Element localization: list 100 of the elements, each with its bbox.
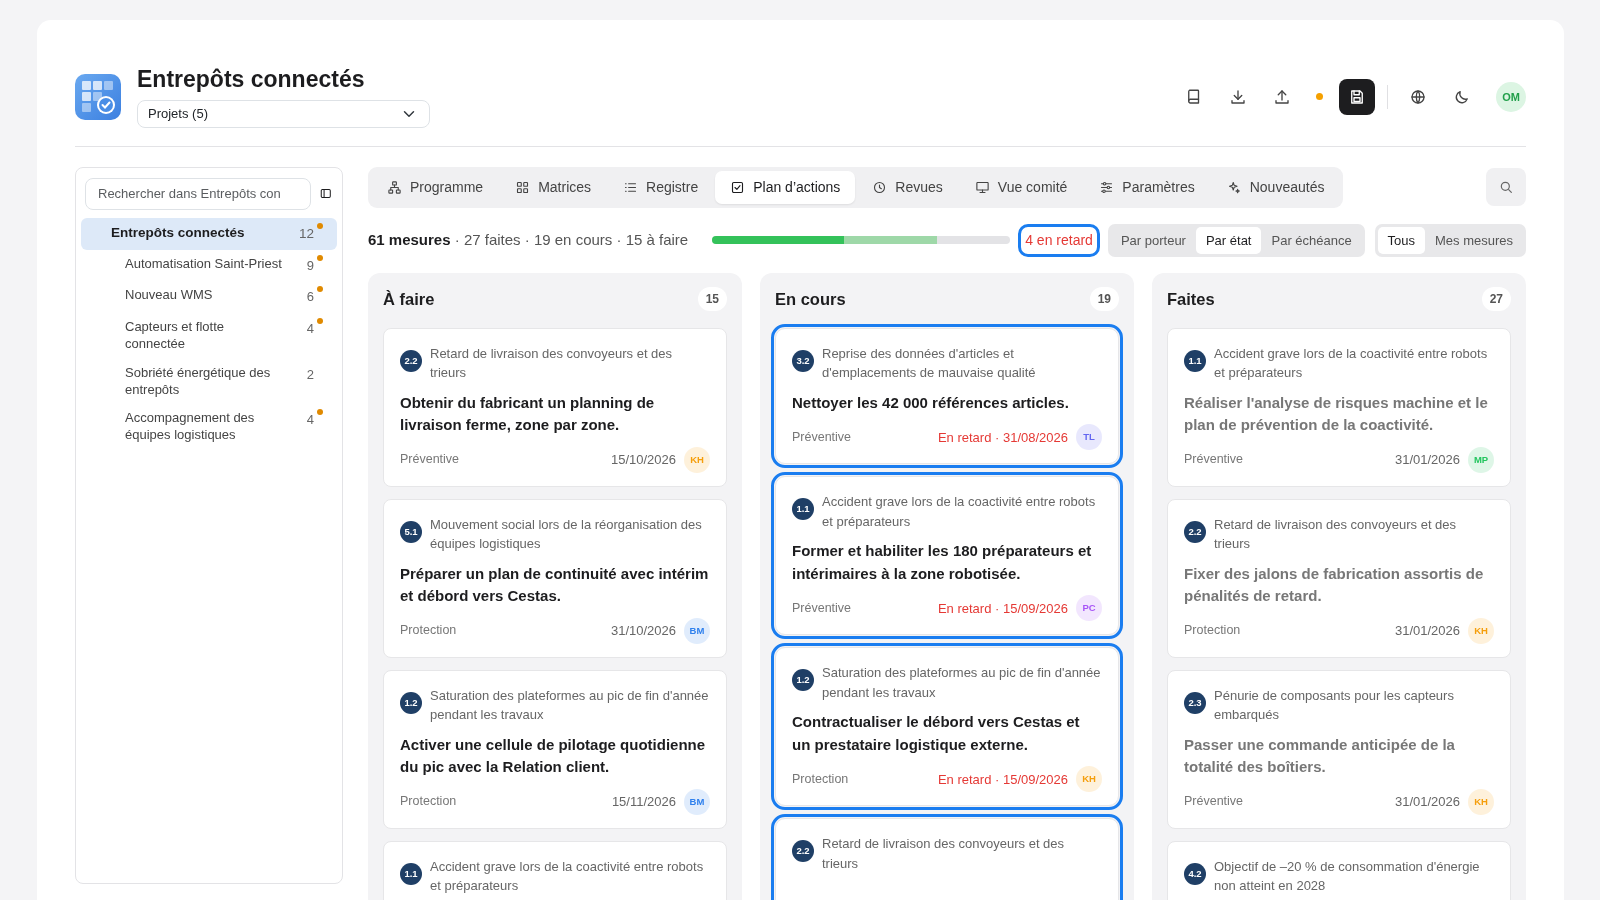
risk-text: Reprise des données d'articles et d'emplacements de mauvaise qualité (822, 344, 1037, 383)
action-title: Passer une commande anticipée de la totalité des boîtiers. (1184, 734, 1456, 778)
action-title: Préparer un plan de continuité avec intérim et débord vers Cestas. (400, 563, 710, 607)
grid-icon (515, 179, 531, 195)
risk-number-badge: 2.2 (400, 349, 422, 372)
tab[interactable]: Matrices (500, 170, 607, 204)
risk-number-badge: 1.1 (1184, 349, 1206, 372)
sidebar-item[interactable]: Sobriété énergétique des entrepôts 2 (81, 358, 337, 405)
action-type: Protection (400, 793, 457, 811)
segment-button[interactable]: Tous (1377, 226, 1425, 255)
due-date: 15/10/2026 (610, 451, 676, 470)
action-type: Protection (1184, 622, 1241, 640)
owner-avatar: TL (1076, 424, 1102, 451)
risk-number-badge: 2.2 (792, 840, 814, 863)
tab[interactable]: Vue comité (959, 170, 1083, 204)
due-date: 31/01/2026 (1394, 451, 1460, 470)
sidebar-item[interactable]: Nouveau WMS 6 (81, 281, 337, 313)
action-title: Former et habiliter les 180 préparateurs et intérimaires à la zone robotisée. (792, 541, 1093, 584)
count-badge: 19 (1089, 287, 1119, 312)
risk-number-badge: 4.2 (1184, 862, 1206, 885)
late-filter-button[interactable]: 4 en retard (1018, 223, 1100, 257)
action-title: Activer une cellule de pilotage quotidienne du pic avec la Relation client. (400, 734, 707, 778)
tab[interactable]: Registre (608, 170, 714, 204)
action-title: Fixer des jalons de fabrication assortis de pénalités de retard. (1184, 563, 1485, 607)
risk-number-badge: 3.2 (792, 349, 814, 372)
risk-text: Mouvement social lors de la réorganisation des équipes logistiques (430, 515, 703, 554)
tab[interactable]: Programme (372, 170, 499, 204)
action-card[interactable]: 2.2 Retard de livraison des convoyeurs et des trieurs Obtenir du fabricant un planning de livraison ferme, zone par zone. Préventive 15/10/2026 KH (383, 327, 727, 487)
segment-button[interactable]: Par état (1195, 226, 1262, 255)
tab[interactable]: Paramètres (1084, 170, 1210, 204)
owner-avatar: MP (1468, 446, 1494, 473)
action-card[interactable]: 1.2 Saturation des plateformes au pic de fin d'année pendant les travaux Activer une cellule de pilotage quotidienne du pic avec la Relation client. Protection 15/11/2026 BM (383, 669, 727, 829)
due-date: 31/01/2026 (1394, 793, 1460, 812)
globe-icon[interactable] (1409, 87, 1427, 106)
save-button[interactable] (1339, 78, 1375, 115)
action-type: Préventive (1184, 793, 1244, 811)
action-title: Nettoyer les 42 000 références articles. (792, 392, 1070, 413)
owner-avatar: KH (1076, 766, 1102, 793)
due-date: 31/10/2026 (610, 622, 676, 641)
due-date: En retard · 15/09/2026 (937, 770, 1068, 789)
sliders-icon (1099, 179, 1115, 195)
search-field[interactable]: Rechercher dans Entrepôts con (85, 177, 312, 210)
action-card[interactable]: 1.1 Accident grave lors de la coactivité entre robots et préparateurs Réaliser l'analyse de risques machine et le plan de prévention de la coactivité. Préventive 31/01/2026 MP (1167, 327, 1511, 487)
risk-text: Saturation des plateformes au pic de fin d'année pendant les travaux (822, 664, 1102, 702)
action-type: Protection (792, 770, 849, 788)
action-card[interactable]: 5.1 Mouvement social lors de la réorganisation des équipes logistiques Préparer un plan de continuité avec intérim et débord vers Cestas. Protection 31/10/2026 BM (383, 498, 727, 658)
action-type: Préventive (792, 599, 852, 617)
owner-avatar: KH (1468, 617, 1494, 644)
search-icon[interactable] (1498, 179, 1514, 196)
download-icon[interactable] (1229, 87, 1247, 106)
action-card[interactable]: 2.3 Pénurie de composants pour les capteurs embarqués Passer une commande anticipée de la totalité des boîtiers. Préventive 31/01/2026 KH (1167, 669, 1511, 829)
action-card[interactable]: 2.2 Retard de livraison des convoyeurs et des trieurs Fixer des jalons de fabrication assortis de pénalités de retard. Protection 31/01/2026 KH (1167, 498, 1511, 658)
column-title: Faites (1167, 289, 1215, 311)
sidebar-item[interactable]: Accompagnement des équipes logistiques 4 (81, 404, 337, 451)
owner-avatar: BM (684, 788, 710, 815)
risk-text: Objectif de –20 % de consommation d'énergie non atteint en 2028 (1214, 857, 1481, 896)
due-date: En retard · 15/09/2026 (937, 599, 1068, 618)
summary-text: 61 mesures · 27 faites · 19 en cours · 15 à faire (368, 230, 689, 251)
risk-number-badge: 1.2 (792, 669, 814, 692)
action-title: Contractualiser le débord vers Cestas et un prestataire logistique externe. (792, 712, 1081, 755)
tab[interactable]: Revues (857, 170, 958, 204)
action-type: Préventive (400, 451, 460, 469)
app-title: Entrepôts connectés (137, 66, 366, 94)
risk-text: Pénurie de composants pour les capteurs embarqués (1214, 686, 1455, 725)
action-title: Obtenir du fabricant un planning de livraison ferme, zone par zone. (400, 392, 656, 436)
risk-text: Saturation des plateformes au pic de fin d'année pendant les travaux (430, 686, 710, 725)
owner-avatar: KH (684, 446, 710, 473)
upload-icon[interactable] (1273, 87, 1291, 106)
risk-text: Retard de livraison des convoyeurs et des trieurs (822, 835, 1066, 873)
action-card[interactable]: 4.2 Objectif de –20 % de consommation d'énergie non atteint en 2028 (1167, 840, 1511, 900)
action-type: Préventive (792, 428, 852, 446)
owner-avatar: BM (684, 617, 710, 644)
sidebar-item[interactable]: Capteurs et flotte connectée 4 (81, 312, 337, 359)
action-card[interactable]: 1.1 Accident grave lors de la coactivité entre robots et préparateurs (383, 840, 727, 900)
due-date: 15/11/2026 (611, 793, 676, 812)
count-badge: 15 (697, 287, 727, 312)
owner-avatar: KH (1468, 788, 1494, 815)
sitemap-icon (387, 179, 402, 195)
tab[interactable]: Nouveautés (1211, 170, 1340, 204)
sidebar-item[interactable]: Automatisation Saint-Priest 9 (81, 249, 337, 282)
risk-text: Accident grave lors de la coactivité entre robots et préparateurs (1214, 344, 1489, 383)
owner-avatar: PC (1076, 595, 1102, 622)
action-title: Réaliser l'analyse de risques machine et le plan de prévention de la coactivité. (1184, 392, 1489, 436)
risk-number-badge: 2.2 (1184, 520, 1206, 543)
sparkle-icon (1226, 179, 1242, 195)
segment-button[interactable]: Par porteur (1110, 226, 1196, 255)
segment-button[interactable]: Mes mesures (1424, 226, 1523, 255)
logo-icon (75, 73, 121, 120)
risk-text: Retard de livraison des convoyeurs et des trieurs (1214, 515, 1458, 554)
risk-number-badge: 1.1 (400, 862, 422, 885)
risk-number-badge: 2.3 (1184, 691, 1206, 714)
sidebar-item[interactable]: Entrepôts connectés 12 (81, 217, 337, 250)
count-badge: 27 (1481, 287, 1511, 312)
risk-number-badge: 5.1 (400, 520, 422, 543)
due-date: En retard · 31/08/2026 (937, 428, 1068, 447)
segment-button[interactable]: Par échéance (1261, 226, 1362, 255)
tab[interactable]: Plan d’actions (715, 170, 856, 204)
risk-number-badge: 1.1 (792, 498, 814, 521)
project-select[interactable]: Projets (5) (137, 99, 430, 128)
risk-text: Retard de livraison des convoyeurs et des trieurs (430, 344, 674, 383)
